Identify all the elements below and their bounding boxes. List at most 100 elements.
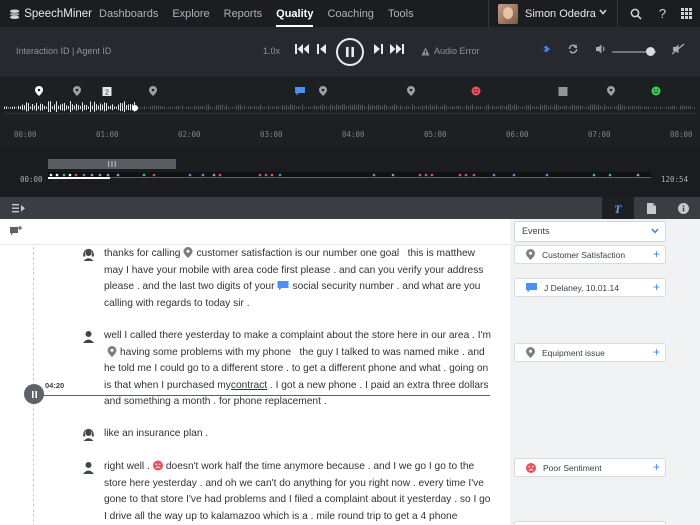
event-card-comment[interactable]: J Delaney, 10.01.14 + xyxy=(514,278,666,297)
add-event-button[interactable]: + xyxy=(653,281,660,294)
transcript-text: store here yesterday . and oh we can't d… xyxy=(104,477,484,489)
brand-logo[interactable]: SpeechMiner xyxy=(0,8,92,20)
event-card-partial[interactable] xyxy=(514,521,666,525)
nav-explore[interactable]: Explore xyxy=(165,0,216,27)
overview-event-dot[interactable] xyxy=(201,173,205,177)
overview-event-dot[interactable] xyxy=(49,173,53,177)
nav-quality[interactable]: Quality xyxy=(269,0,320,27)
overview-event-dot[interactable] xyxy=(592,173,596,177)
timeline-marker-doc-icon[interactable] xyxy=(558,87,568,96)
add-event-button[interactable]: + xyxy=(653,248,660,261)
overview-event-dot[interactable] xyxy=(90,173,94,177)
overview-event-dot[interactable] xyxy=(472,173,476,177)
timeline-marker-sad-face-icon[interactable] xyxy=(471,86,481,96)
timeline-marker-pin-icon[interactable] xyxy=(149,86,157,96)
playback-speed[interactable]: 1.0x xyxy=(263,46,280,56)
nav-tools[interactable]: Tools xyxy=(381,0,421,27)
overview-event-dot[interactable] xyxy=(464,173,468,177)
repeat-icon[interactable] xyxy=(567,43,579,55)
overview-timeline[interactable]: 00:00 120:54 xyxy=(0,147,700,197)
overview-event-dot[interactable] xyxy=(492,173,496,177)
overview-event-dot[interactable] xyxy=(270,173,274,177)
overview-event-dot[interactable] xyxy=(74,173,78,177)
mute-off-icon[interactable] xyxy=(671,43,685,55)
overview-event-dot[interactable] xyxy=(62,173,66,177)
overview-event-dot[interactable] xyxy=(82,173,86,177)
event-card-poor-sentiment[interactable]: Poor Sentiment + xyxy=(514,458,666,477)
overview-event-dot[interactable] xyxy=(188,173,192,177)
overview-event-dot[interactable] xyxy=(391,173,395,177)
overview-event-dot[interactable] xyxy=(116,173,120,177)
waveform-timeline[interactable]: 2 00:00 01:00 02:00 03:00 04:00 05:00 06:00 07:… xyxy=(0,77,700,147)
pin-icon[interactable] xyxy=(183,247,193,258)
pin-icon[interactable] xyxy=(107,345,117,357)
timeline-marker-pin-icon[interactable] xyxy=(407,86,415,96)
tab-document[interactable] xyxy=(635,197,667,219)
overview-track[interactable] xyxy=(48,172,651,179)
skip-to-start-icon[interactable] xyxy=(295,44,310,54)
timeline-marker-pin-icon[interactable] xyxy=(35,86,43,96)
tab-info[interactable] xyxy=(667,197,699,219)
overview-event-dot[interactable] xyxy=(608,173,612,177)
overview-event-dot[interactable] xyxy=(55,173,59,177)
apps-grid-icon[interactable] xyxy=(673,0,700,27)
timeline-marker-doc-icon[interactable]: 2 xyxy=(102,87,112,97)
agent-utterance[interactable]: thanks for calling customer satisfaction … xyxy=(104,246,484,312)
add-event-button[interactable]: + xyxy=(653,461,660,474)
playhead-line[interactable] xyxy=(30,395,490,396)
customer-utterance[interactable]: well I called there yesterday to make a … xyxy=(104,328,491,411)
timeline-marker-pin-icon[interactable] xyxy=(319,86,327,96)
events-filter-select[interactable]: Events xyxy=(514,221,666,242)
overview-event-dot[interactable] xyxy=(98,173,102,177)
user-menu[interactable]: Simon Odedra xyxy=(488,0,618,27)
tab-transcript[interactable]: T xyxy=(602,197,634,219)
overview-event-dot[interactable] xyxy=(258,173,262,177)
timeline-marker-happy-face-icon[interactable] xyxy=(651,86,661,96)
comment-icon[interactable] xyxy=(277,281,289,291)
overview-window[interactable] xyxy=(48,159,176,169)
agent-utterance[interactable]: like an insurance plan . xyxy=(104,426,484,443)
step-back-icon[interactable] xyxy=(317,44,327,54)
add-comment-icon[interactable] xyxy=(10,226,22,237)
playlist-toggle[interactable] xyxy=(2,197,34,219)
overview-event-dot[interactable] xyxy=(264,173,268,177)
overview-event-dot[interactable] xyxy=(424,173,428,177)
overview-event-dot[interactable] xyxy=(152,173,156,177)
skip-to-end-icon[interactable] xyxy=(389,44,404,54)
customer-person-icon xyxy=(83,462,94,474)
overview-event-dot[interactable] xyxy=(218,173,222,177)
overview-event-dot[interactable] xyxy=(68,173,72,177)
timeline-marker-pin-icon[interactable] xyxy=(73,86,81,96)
overview-event-dot[interactable] xyxy=(545,173,549,177)
overview-event-dot[interactable] xyxy=(142,173,146,177)
overview-event-dot[interactable] xyxy=(458,173,462,177)
add-event-button[interactable]: + xyxy=(653,346,660,359)
overview-event-dot[interactable] xyxy=(372,173,376,177)
volume-slider-handle[interactable] xyxy=(646,47,655,56)
nav-coaching[interactable]: Coaching xyxy=(320,0,380,27)
overview-event-dot[interactable] xyxy=(636,173,640,177)
event-card-customer-satisfaction[interactable]: Customer Satisfaction + xyxy=(514,245,666,264)
overview-event-dot[interactable] xyxy=(278,173,282,177)
event-card-equipment-issue[interactable]: Equipment issue + xyxy=(514,343,666,362)
help-icon[interactable]: ? xyxy=(649,0,676,27)
loop-region-icon[interactable] xyxy=(540,43,552,55)
overview-event-dot[interactable] xyxy=(418,173,422,177)
sad-face-icon[interactable] xyxy=(152,460,163,471)
nav-reports[interactable]: Reports xyxy=(217,0,270,27)
event-label: Poor Sentiment xyxy=(543,462,602,473)
customer-utterance[interactable]: right well . doesn't work half the time a… xyxy=(104,459,490,525)
overview-event-dot[interactable] xyxy=(106,173,110,177)
nav-dashboards[interactable]: Dashboards xyxy=(92,0,165,27)
overview-event-dot[interactable] xyxy=(212,173,216,177)
timeline-marker-comment-icon[interactable] xyxy=(295,87,305,96)
audio-status-text: Audio Error xyxy=(434,46,480,56)
playhead-pause-button[interactable] xyxy=(24,384,44,404)
timeline-marker-pin-icon[interactable] xyxy=(607,86,615,96)
search-icon[interactable] xyxy=(622,0,649,27)
step-forward-icon[interactable] xyxy=(373,44,383,54)
volume-icon[interactable] xyxy=(595,43,607,55)
overview-event-dot[interactable] xyxy=(430,173,434,177)
overview-event-dot[interactable] xyxy=(512,173,516,177)
pause-button[interactable] xyxy=(336,38,364,66)
